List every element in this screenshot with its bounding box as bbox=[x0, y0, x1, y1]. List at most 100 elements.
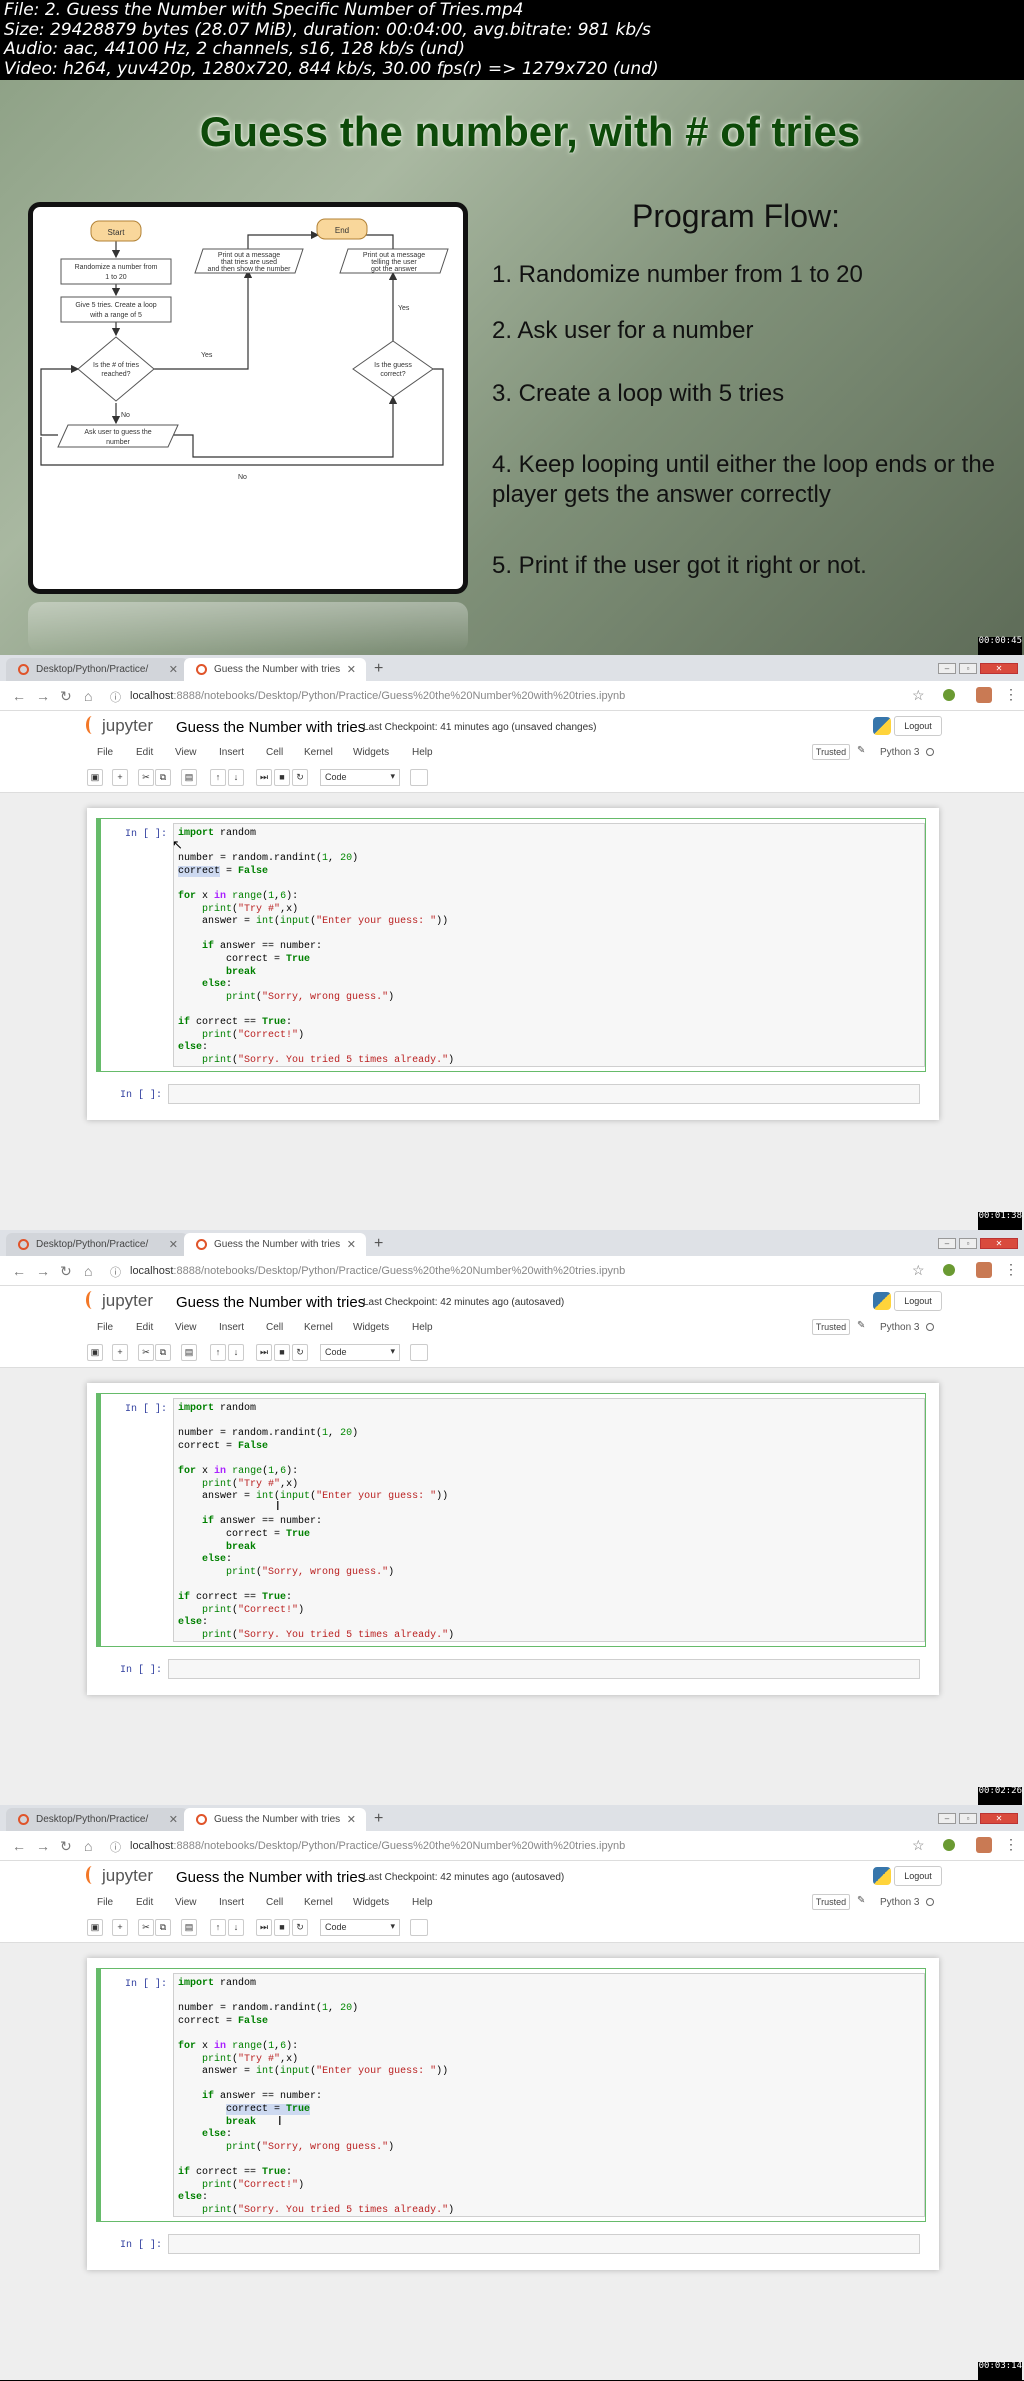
logout-button[interactable]: Logout bbox=[894, 1866, 942, 1886]
forward-icon[interactable]: → bbox=[36, 688, 50, 704]
tab-desktop[interactable]: Desktop/Python/Practice/ ✕ bbox=[6, 658, 188, 681]
restart-icon[interactable]: ↻ bbox=[292, 769, 308, 786]
profile-avatar[interactable] bbox=[976, 1837, 992, 1853]
close-tab-icon[interactable]: ✕ bbox=[347, 1238, 356, 1251]
tab-notebook[interactable]: Guess the Number with tries ✕ bbox=[184, 1233, 366, 1256]
extension-icon[interactable] bbox=[943, 1839, 955, 1851]
extension-icon[interactable] bbox=[943, 1264, 955, 1276]
code-editor[interactable]: import random number = random.randint(1, … bbox=[173, 1398, 925, 1642]
menu-kernel[interactable]: Kernel bbox=[304, 1322, 333, 1333]
menu-help[interactable]: Help bbox=[412, 747, 433, 758]
stop-icon[interactable]: ■ bbox=[274, 769, 290, 786]
menu-kernel[interactable]: Kernel bbox=[304, 747, 333, 758]
home-icon[interactable]: ⌂ bbox=[84, 1838, 92, 1854]
move-up-icon[interactable]: ↑ bbox=[210, 1344, 226, 1361]
menu-view[interactable]: View bbox=[175, 1897, 197, 1908]
url-field[interactable]: localhost:8888/notebooks/Desktop/Python/… bbox=[130, 1265, 625, 1277]
notebook-title[interactable]: Guess the Number with tries bbox=[176, 1294, 365, 1311]
run-icon[interactable]: ⏭ bbox=[256, 1919, 272, 1936]
info-icon[interactable]: ⓘ bbox=[110, 1839, 121, 1855]
menu-cell[interactable]: Cell bbox=[266, 1897, 283, 1908]
browser-menu-icon[interactable]: ⋮ bbox=[1004, 1836, 1018, 1853]
code-editor[interactable]: import random number = random.randint(1, … bbox=[173, 823, 925, 1067]
code-cell[interactable]: In [ ]: import random number = random.ran… bbox=[96, 1968, 926, 2222]
reload-icon[interactable]: ↻ bbox=[60, 1838, 72, 1855]
trusted-badge[interactable]: Trusted bbox=[812, 744, 850, 760]
maximize-button[interactable]: ▫ bbox=[959, 663, 977, 674]
stop-icon[interactable]: ■ bbox=[274, 1344, 290, 1361]
save-icon[interactable]: ▣ bbox=[87, 769, 103, 786]
move-down-icon[interactable]: ↓ bbox=[228, 1919, 244, 1936]
run-icon[interactable]: ⏭ bbox=[256, 1344, 272, 1361]
url-field[interactable]: localhost:8888/notebooks/Desktop/Python/… bbox=[130, 1840, 625, 1852]
minimize-button[interactable]: – bbox=[938, 663, 956, 674]
empty-code-cell[interactable]: In [ ]: bbox=[96, 2232, 926, 2258]
extension-icon[interactable] bbox=[943, 689, 955, 701]
menu-widgets[interactable]: Widgets bbox=[353, 1322, 389, 1333]
add-cell-icon[interactable]: + bbox=[112, 1919, 128, 1936]
close-window-button[interactable]: ✕ bbox=[980, 1813, 1018, 1824]
notebook-title[interactable]: Guess the Number with tries bbox=[176, 1869, 365, 1886]
menu-edit[interactable]: Edit bbox=[136, 1897, 153, 1908]
close-tab-icon[interactable]: ✕ bbox=[169, 1813, 178, 1826]
cut-icon[interactable]: ✂ bbox=[138, 1919, 154, 1936]
new-tab-button[interactable]: + bbox=[374, 1810, 383, 1828]
menu-insert[interactable]: Insert bbox=[219, 1322, 244, 1333]
bookmark-star-icon[interactable]: ☆ bbox=[912, 1837, 925, 1854]
forward-icon[interactable]: → bbox=[36, 1838, 50, 1854]
tab-notebook[interactable]: Guess the Number with tries ✕ bbox=[184, 658, 366, 681]
add-cell-icon[interactable]: + bbox=[112, 769, 128, 786]
code-editor[interactable]: import random number = random.randint(1, … bbox=[173, 1973, 925, 2217]
menu-insert[interactable]: Insert bbox=[219, 747, 244, 758]
menu-file[interactable]: File bbox=[97, 747, 113, 758]
profile-avatar[interactable] bbox=[976, 687, 992, 703]
new-tab-button[interactable]: + bbox=[374, 1235, 383, 1253]
copy-icon[interactable]: ⧉ bbox=[155, 1919, 171, 1936]
run-icon[interactable]: ⏭ bbox=[256, 769, 272, 786]
save-icon[interactable]: ▣ bbox=[87, 1344, 103, 1361]
tab-notebook[interactable]: Guess the Number with tries ✕ bbox=[184, 1808, 366, 1831]
empty-code-cell[interactable]: In [ ]: bbox=[96, 1657, 926, 1683]
notebook-title[interactable]: Guess the Number with tries bbox=[176, 719, 365, 736]
trusted-badge[interactable]: Trusted bbox=[812, 1319, 850, 1335]
forward-icon[interactable]: → bbox=[36, 1263, 50, 1279]
edit-pencil-icon[interactable]: ✎ bbox=[857, 1895, 865, 1906]
reload-icon[interactable]: ↻ bbox=[60, 1263, 72, 1280]
menu-file[interactable]: File bbox=[97, 1322, 113, 1333]
empty-code-cell[interactable]: In [ ]: bbox=[96, 1082, 926, 1108]
cell-type-select[interactable]: Code bbox=[320, 769, 400, 786]
edit-pencil-icon[interactable]: ✎ bbox=[857, 1320, 865, 1331]
menu-help[interactable]: Help bbox=[412, 1322, 433, 1333]
jupyter-logo[interactable]: jupyter bbox=[86, 1291, 153, 1311]
code-cell[interactable]: In [ ]: import random number = random.ran… bbox=[96, 1393, 926, 1647]
new-tab-button[interactable]: + bbox=[374, 660, 383, 678]
menu-widgets[interactable]: Widgets bbox=[353, 1897, 389, 1908]
info-icon[interactable]: ⓘ bbox=[110, 1264, 121, 1280]
close-window-button[interactable]: ✕ bbox=[980, 663, 1018, 674]
copy-icon[interactable]: ⧉ bbox=[155, 769, 171, 786]
bookmark-star-icon[interactable]: ☆ bbox=[912, 1262, 925, 1279]
menu-view[interactable]: View bbox=[175, 1322, 197, 1333]
back-icon[interactable]: ← bbox=[12, 688, 26, 704]
reload-icon[interactable]: ↻ bbox=[60, 688, 72, 705]
keyboard-icon[interactable] bbox=[410, 1344, 428, 1361]
move-down-icon[interactable]: ↓ bbox=[228, 1344, 244, 1361]
menu-edit[interactable]: Edit bbox=[136, 747, 153, 758]
restart-icon[interactable]: ↻ bbox=[292, 1344, 308, 1361]
paste-icon[interactable]: ▤ bbox=[181, 1344, 197, 1361]
home-icon[interactable]: ⌂ bbox=[84, 688, 92, 704]
close-tab-icon[interactable]: ✕ bbox=[169, 663, 178, 676]
code-editor[interactable] bbox=[168, 1084, 920, 1104]
maximize-button[interactable]: ▫ bbox=[959, 1238, 977, 1249]
minimize-button[interactable]: – bbox=[938, 1813, 956, 1824]
move-down-icon[interactable]: ↓ bbox=[228, 769, 244, 786]
logout-button[interactable]: Logout bbox=[894, 1291, 942, 1311]
stop-icon[interactable]: ■ bbox=[274, 1919, 290, 1936]
close-tab-icon[interactable]: ✕ bbox=[347, 663, 356, 676]
code-cell[interactable]: In [ ]: import random number = random.ran… bbox=[96, 818, 926, 1072]
close-window-button[interactable]: ✕ bbox=[980, 1238, 1018, 1249]
menu-insert[interactable]: Insert bbox=[219, 1897, 244, 1908]
add-cell-icon[interactable]: + bbox=[112, 1344, 128, 1361]
code-editor[interactable] bbox=[168, 1659, 920, 1679]
close-tab-icon[interactable]: ✕ bbox=[169, 1238, 178, 1251]
